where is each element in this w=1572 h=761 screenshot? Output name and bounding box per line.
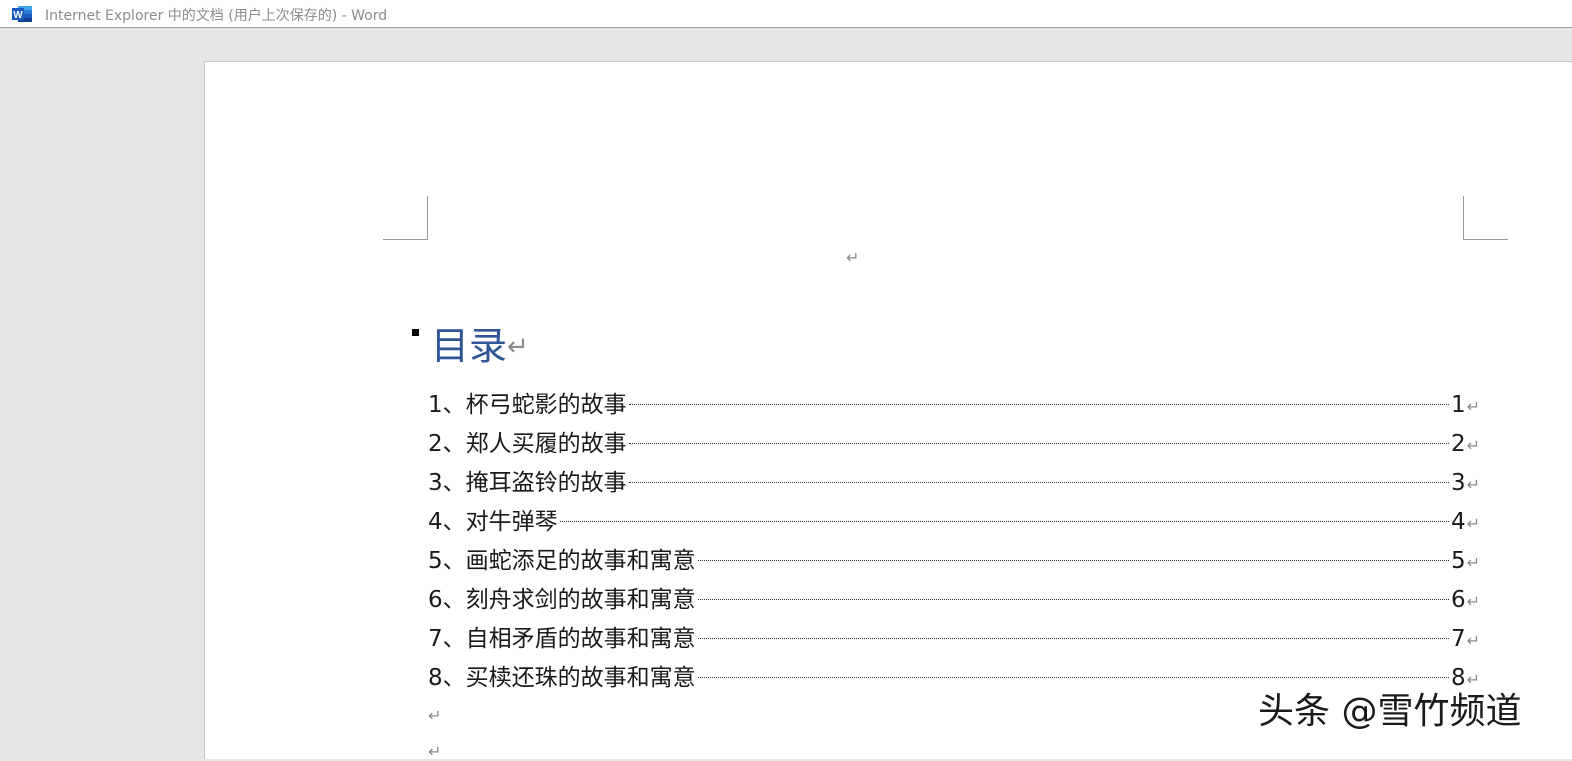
toc-entry[interactable]: 6、刻舟求剑的故事和寓意 6 ↵	[428, 581, 1480, 620]
toc-entry[interactable]: 5、画蛇添足的故事和寓意 5 ↵	[428, 542, 1480, 581]
paragraph-mark: ↵	[507, 332, 529, 362]
toc-leader-dots	[697, 677, 1449, 678]
toc-page-number: 5	[1450, 548, 1466, 574]
toc-entry-title: 4、对牛弹琴	[428, 509, 558, 535]
toc-heading-text: 目录	[431, 324, 508, 368]
toc-leader-dots	[697, 638, 1449, 639]
paragraph-mark: ↵	[1466, 592, 1480, 611]
toc-entry-title: 7、自相矛盾的故事和寓意	[428, 626, 696, 652]
toc-entry-title: 3、掩耳盗铃的故事	[428, 470, 627, 496]
window-title: Internet Explorer 中的文档 (用户上次保存的) - Word	[45, 8, 388, 24]
paragraph-mark: ↵	[1466, 553, 1480, 572]
paragraph-mark: ↵	[846, 248, 860, 267]
word-icon: W	[12, 6, 32, 22]
toc-page-number: 6	[1450, 587, 1466, 613]
toc-entry[interactable]: 3、掩耳盗铃的故事 3 ↵	[428, 464, 1480, 503]
toc-page-number: 4	[1450, 509, 1466, 535]
toc-heading[interactable]: 目录↵	[431, 322, 529, 370]
toc-entry-title: 6、刻舟求剑的故事和寓意	[428, 587, 696, 613]
crop-mark-top-left	[427, 196, 428, 240]
toc-entry[interactable]: 7、自相矛盾的故事和寓意 7 ↵	[428, 620, 1480, 659]
watermark: 头条 @雪竹频道	[1258, 691, 1522, 732]
toc-leader-dots	[559, 521, 1449, 522]
paragraph-mark: ↵	[428, 706, 442, 725]
crop-mark-top-right	[1463, 239, 1508, 240]
toc-leader-dots	[697, 560, 1449, 561]
toc-entry[interactable]: 1、杯弓蛇影的故事 1 ↵	[428, 386, 1480, 425]
toc-entry-title: 2、郑人买履的故事	[428, 431, 627, 457]
toc-entry[interactable]: 2、郑人买履的故事 2 ↵	[428, 425, 1480, 464]
toc-entry-title: 5、画蛇添足的故事和寓意	[428, 548, 696, 574]
toc-leader-dots	[628, 404, 1449, 405]
paragraph-mark: ↵	[1466, 436, 1480, 455]
crop-mark-top-right	[1463, 196, 1464, 240]
heading-bullet-marker	[412, 329, 419, 336]
toc-page-number: 7	[1450, 626, 1466, 652]
table-of-contents: 1、杯弓蛇影的故事 1 ↵ 2、郑人买履的故事 2 ↵ 3、掩耳盗铃的故事 3 …	[428, 386, 1480, 698]
toc-leader-dots	[628, 482, 1449, 483]
toc-page-number: 3	[1450, 470, 1466, 496]
paragraph-mark: ↵	[1466, 514, 1480, 533]
toc-entry-title: 8、买椟还珠的故事和寓意	[428, 665, 696, 691]
toc-page-number: 2	[1450, 431, 1466, 457]
toc-leader-dots	[697, 599, 1449, 600]
toc-leader-dots	[628, 443, 1449, 444]
paragraph-mark: ↵	[1466, 397, 1480, 416]
paragraph-mark: ↵	[428, 742, 442, 761]
paragraph-mark: ↵	[1466, 475, 1480, 494]
toc-entry-title: 1、杯弓蛇影的故事	[428, 392, 627, 418]
title-bar: W Internet Explorer 中的文档 (用户上次保存的) - Wor…	[0, 0, 1572, 28]
svg-text:W: W	[13, 10, 23, 21]
toc-page-number: 1	[1450, 392, 1466, 418]
crop-mark-top-left	[383, 239, 428, 240]
toc-entry[interactable]: 4、对牛弹琴 4 ↵	[428, 503, 1480, 542]
paragraph-mark: ↵	[1466, 631, 1480, 650]
